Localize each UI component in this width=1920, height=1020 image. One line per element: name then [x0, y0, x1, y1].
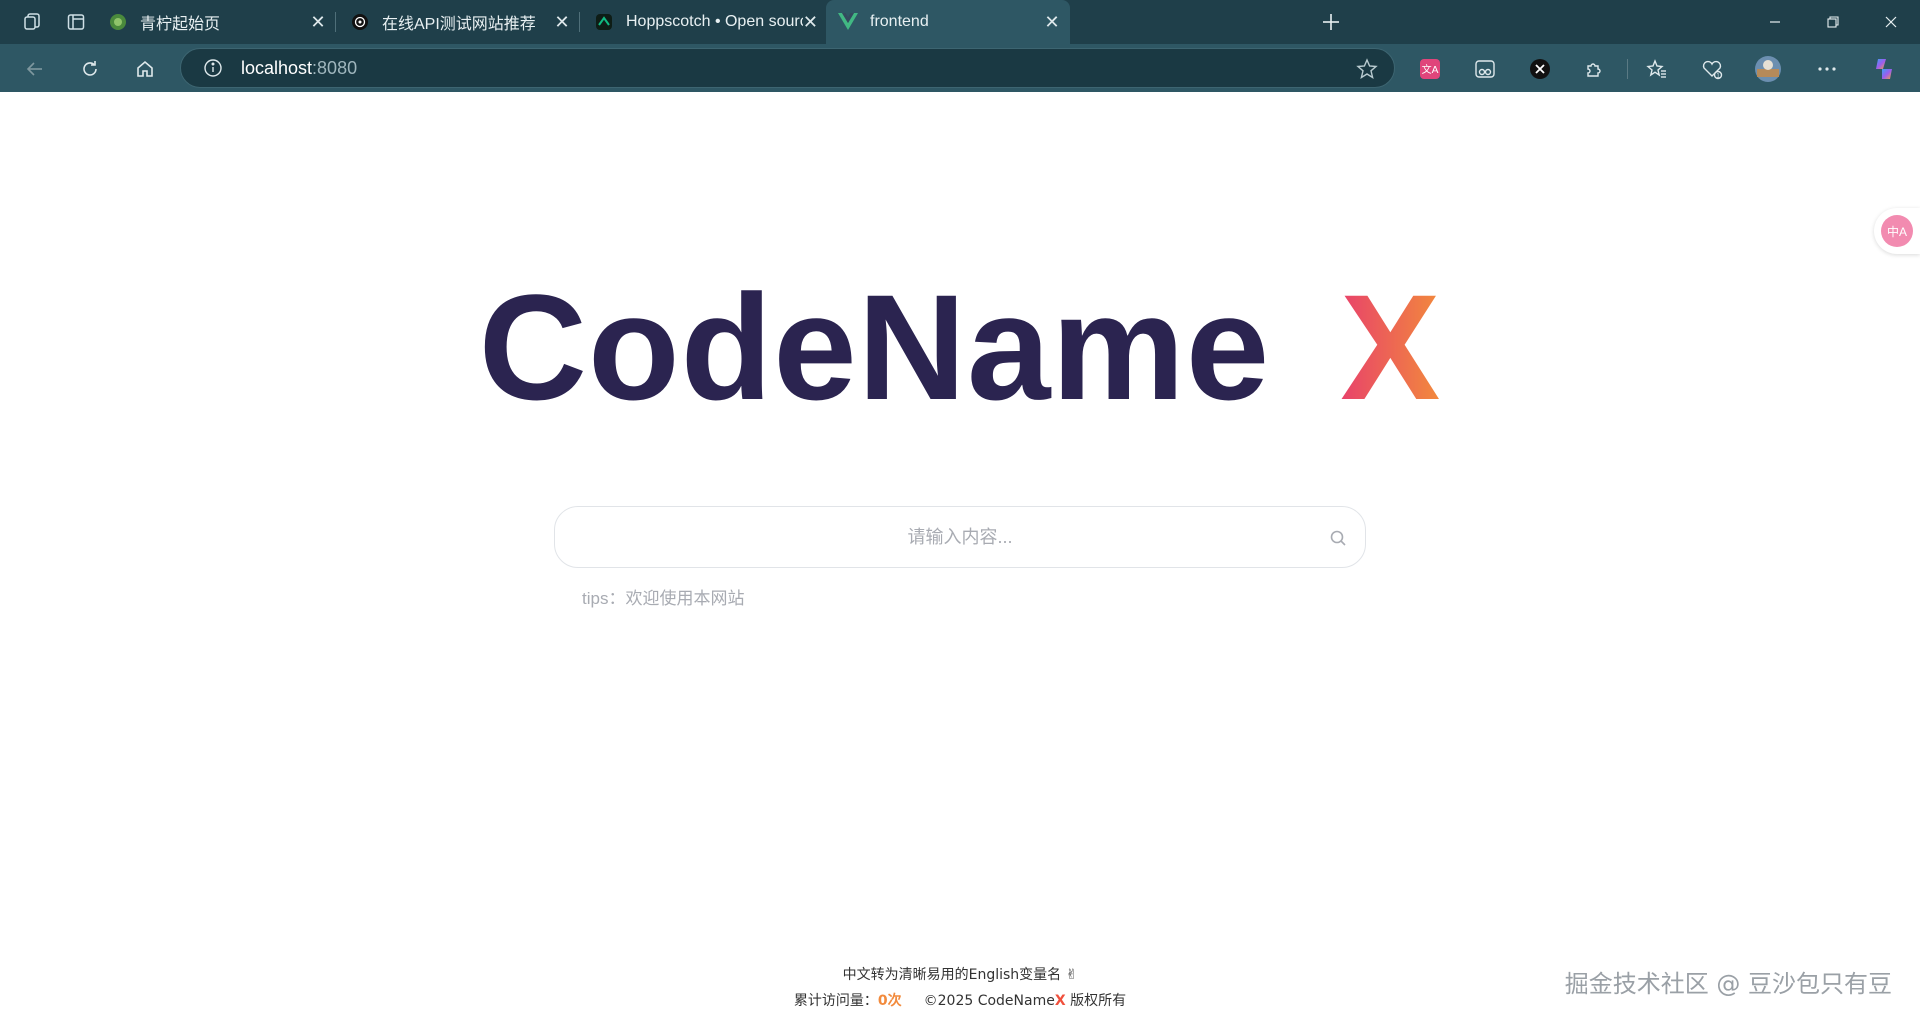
address-bar[interactable]: localhost:8080 — [180, 48, 1395, 88]
copyright-x: X — [1054, 993, 1066, 1009]
url-text[interactable]: localhost:8080 — [241, 58, 357, 79]
tab-api-sites[interactable]: 在线API测试网站推荐 ✕ — [338, 0, 580, 44]
search-icon[interactable] — [1329, 529, 1347, 547]
watermark-text: 掘金技术社区 @ 豆沙包只有豆 — [1564, 970, 1892, 998]
url-host: localhost — [241, 57, 313, 78]
more-options-icon[interactable] — [1811, 53, 1843, 85]
workspaces-icon[interactable] — [17, 7, 47, 37]
copyright-prefix: ©2025 CodeName — [923, 993, 1055, 1009]
home-button[interactable] — [129, 53, 161, 85]
tab-qingning[interactable]: 青柠起始页 ✕ — [96, 0, 336, 44]
url-port: :8080 — [312, 57, 358, 78]
site-info-icon[interactable] — [203, 58, 223, 78]
extensions-puzzle-icon[interactable] — [1579, 53, 1611, 85]
favorites-icon[interactable] — [1641, 53, 1673, 85]
svg-text:文A: 文A — [1422, 63, 1439, 76]
close-window-button[interactable] — [1862, 0, 1920, 44]
side-translate-button[interactable]: 中A — [1874, 208, 1920, 254]
vertical-tabs-icon[interactable] — [61, 7, 91, 37]
tab-title: Hoppscotch • Open source API development… — [626, 13, 803, 30]
restore-button[interactable] — [1804, 0, 1862, 44]
reload-button[interactable] — [74, 53, 106, 85]
tips-text: tips：欢迎使用本网站 — [582, 589, 745, 608]
reader-extension-icon[interactable] — [1469, 53, 1501, 85]
tab-title: 在线API测试网站推荐 — [382, 16, 536, 33]
tab-close-icon[interactable]: ✕ — [1040, 10, 1064, 34]
toolbar-divider — [1627, 59, 1628, 79]
browser-toolbar: localhost:8080 文A 1 — [0, 44, 1920, 92]
favorite-star-icon[interactable] — [1356, 58, 1378, 80]
x-extension-icon[interactable] — [1524, 53, 1556, 85]
page-content: CodeNameX tips：欢迎使用本网站 中A 中文转为清晰易用的Engli… — [0, 92, 1920, 1020]
copilot-icon[interactable] — [1868, 53, 1900, 85]
visits-label: 累计访问量： — [793, 993, 878, 1009]
browser-titlebar: 青柠起始页 ✕ 在线API测试网站推荐 ✕ Hoppscotch • Open … — [0, 0, 1920, 44]
tab-hoppscotch[interactable]: Hoppscotch • Open source API development… — [582, 0, 824, 44]
green-circle-icon — [108, 12, 128, 32]
copyright-suffix: 版权所有 — [1065, 993, 1127, 1009]
hoppscotch-icon — [594, 12, 614, 32]
logo-x-text: X — [1340, 263, 1442, 431]
minimize-button[interactable] — [1746, 0, 1804, 44]
logo-main-text: CodeName — [478, 263, 1271, 431]
search-box — [554, 506, 1366, 568]
back-button[interactable] — [19, 53, 51, 85]
site-logo: CodeName X — [0, 272, 1920, 422]
translate-icon: 中A — [1881, 215, 1913, 247]
tab-close-icon[interactable]: ✕ — [306, 10, 330, 34]
tab-title: 青柠起始页 — [140, 16, 221, 33]
translate-extension-icon[interactable]: 文A — [1414, 53, 1446, 85]
tab-close-icon[interactable]: ✕ — [550, 10, 574, 34]
visits-count: 0次 — [877, 993, 902, 1009]
tab-frontend[interactable]: frontend ✕ — [826, 0, 1070, 44]
tab-title: frontend — [870, 13, 929, 30]
openai-icon — [350, 12, 370, 32]
tab-close-icon[interactable]: ✕ — [803, 10, 818, 34]
browser-essentials-icon[interactable]: 1 — [1696, 53, 1728, 85]
new-tab-button[interactable] — [1316, 7, 1346, 37]
vue-icon — [838, 12, 858, 32]
search-input[interactable] — [555, 507, 1365, 567]
profile-avatar[interactable] — [1752, 53, 1784, 85]
